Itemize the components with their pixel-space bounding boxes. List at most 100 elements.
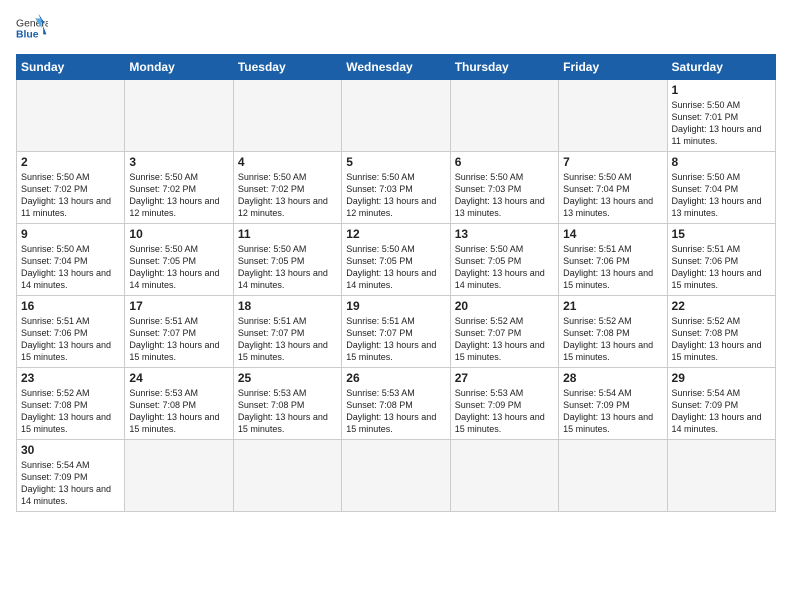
day-info: Sunrise: 5:53 AMSunset: 7:08 PMDaylight:… [129,387,228,436]
day-number: 22 [672,299,771,313]
day-number: 13 [455,227,554,241]
day-info: Sunrise: 5:53 AMSunset: 7:08 PMDaylight:… [238,387,337,436]
calendar-cell: 19Sunrise: 5:51 AMSunset: 7:07 PMDayligh… [342,296,450,368]
calendar-cell: 6Sunrise: 5:50 AMSunset: 7:03 PMDaylight… [450,152,558,224]
calendar-cell [17,80,125,152]
calendar-cell: 2 Sunrise: 5:50 AMSunset: 7:02 PMDaylight… [17,152,125,224]
day-info: Sunrise: 5:50 AMSunset: 7:05 PMDaylight:… [455,243,554,292]
calendar-cell: 18 Sunrise: 5:51 AMSunset: 7:07 PMDayligh… [233,296,341,368]
calendar-cell: 16 Sunrise: 5:51 AMSunset: 7:06 PMDayligh… [17,296,125,368]
day-number: 14 [563,227,662,241]
day-info: Sunrise: 5:52 AMSunset: 7:08 PMDaylight:… [563,315,662,364]
day-number: 26 [346,371,445,385]
day-info: Sunrise: 5:50 AMSunset: 7:05 PMDaylight:… [129,243,228,292]
calendar-cell [559,80,667,152]
day-info: Sunrise: 5:50 AMSunset: 7:05 PMDaylight:… [238,243,337,292]
day-info: Sunrise: 5:52 AMSunset: 7:08 PMDaylight:… [21,387,120,436]
day-info: Sunrise: 5:53 AMSunset: 7:09 PMDaylight:… [455,387,554,436]
day-number: 15 [672,227,771,241]
day-info: Sunrise: 5:50 AMSunset: 7:02 PMDaylight:… [129,171,228,220]
svg-text:Blue: Blue [16,30,39,41]
logo-icon: General Blue [16,12,48,44]
calendar-cell [233,440,341,512]
day-number: 3 [129,155,228,169]
day-number: 27 [455,371,554,385]
calendar-cell: 9 Sunrise: 5:50 AMSunset: 7:04 PMDaylight… [17,224,125,296]
day-info: Sunrise: 5:50 AMSunset: 7:04 PMDaylight:… [21,243,120,292]
day-info: Sunrise: 5:50 AMSunset: 7:04 PMDaylight:… [672,171,771,220]
calendar-cell: 14Sunrise: 5:51 AMSunset: 7:06 PMDayligh… [559,224,667,296]
day-number: 23 [21,371,120,385]
weekday-header-friday: Friday [559,55,667,80]
logo: General Blue [16,12,52,44]
calendar-cell: 3 Sunrise: 5:50 AMSunset: 7:02 PMDaylight… [125,152,233,224]
calendar-cell [342,440,450,512]
day-info: Sunrise: 5:50 AMSunset: 7:02 PMDaylight:… [21,171,120,220]
calendar-cell [125,440,233,512]
weekday-header-sunday: Sunday [17,55,125,80]
day-number: 17 [129,299,228,313]
day-number: 7 [563,155,662,169]
day-number: 25 [238,371,337,385]
calendar-cell: 23 Sunrise: 5:52 AMSunset: 7:08 PMDayligh… [17,368,125,440]
day-info: Sunrise: 5:51 AMSunset: 7:06 PMDaylight:… [21,315,120,364]
calendar-cell: 20 Sunrise: 5:52 AMSunset: 7:07 PMDayligh… [450,296,558,368]
day-number: 11 [238,227,337,241]
calendar-cell: 24Sunrise: 5:53 AMSunset: 7:08 PMDayligh… [125,368,233,440]
calendar-cell: 26 Sunrise: 5:53 AMSunset: 7:08 PMDayligh… [342,368,450,440]
week-row-1: 1Sunrise: 5:50 AMSunset: 7:01 PMDaylight… [17,80,776,152]
calendar-cell: 4Sunrise: 5:50 AMSunset: 7:02 PMDaylight… [233,152,341,224]
calendar-cell [450,440,558,512]
header: General Blue [16,12,776,44]
calendar-cell: 15 Sunrise: 5:51 AMSunset: 7:06 PMDayligh… [667,224,775,296]
day-number: 8 [672,155,771,169]
day-info: Sunrise: 5:50 AMSunset: 7:05 PMDaylight:… [346,243,445,292]
page: General Blue SundayMondayTuesdayWednesda… [0,0,792,520]
day-info: Sunrise: 5:52 AMSunset: 7:07 PMDaylight:… [455,315,554,364]
day-info: Sunrise: 5:51 AMSunset: 7:06 PMDaylight:… [672,243,771,292]
day-info: Sunrise: 5:50 AMSunset: 7:02 PMDaylight:… [238,171,337,220]
day-number: 16 [21,299,120,313]
week-row-2: 2 Sunrise: 5:50 AMSunset: 7:02 PMDaylight… [17,152,776,224]
day-number: 20 [455,299,554,313]
calendar-cell: 7Sunrise: 5:50 AMSunset: 7:04 PMDaylight… [559,152,667,224]
day-info: Sunrise: 5:52 AMSunset: 7:08 PMDaylight:… [672,315,771,364]
calendar-cell: 30Sunrise: 5:54 AMSunset: 7:09 PMDayligh… [17,440,125,512]
weekday-header-wednesday: Wednesday [342,55,450,80]
week-row-6: 30Sunrise: 5:54 AMSunset: 7:09 PMDayligh… [17,440,776,512]
calendar-cell: 1Sunrise: 5:50 AMSunset: 7:01 PMDaylight… [667,80,775,152]
day-number: 18 [238,299,337,313]
day-info: Sunrise: 5:53 AMSunset: 7:08 PMDaylight:… [346,387,445,436]
weekday-header-monday: Monday [125,55,233,80]
calendar-cell: 11 Sunrise: 5:50 AMSunset: 7:05 PMDayligh… [233,224,341,296]
weekday-header-row: SundayMondayTuesdayWednesdayThursdayFrid… [17,55,776,80]
calendar-cell [233,80,341,152]
week-row-3: 9 Sunrise: 5:50 AMSunset: 7:04 PMDaylight… [17,224,776,296]
day-number: 29 [672,371,771,385]
weekday-header-thursday: Thursday [450,55,558,80]
day-info: Sunrise: 5:51 AMSunset: 7:07 PMDaylight:… [238,315,337,364]
day-info: Sunrise: 5:50 AMSunset: 7:01 PMDaylight:… [672,99,771,148]
day-info: Sunrise: 5:50 AMSunset: 7:03 PMDaylight:… [346,171,445,220]
calendar-cell: 27 Sunrise: 5:53 AMSunset: 7:09 PMDayligh… [450,368,558,440]
week-row-5: 23 Sunrise: 5:52 AMSunset: 7:08 PMDayligh… [17,368,776,440]
calendar-cell: 21Sunrise: 5:52 AMSunset: 7:08 PMDayligh… [559,296,667,368]
day-info: Sunrise: 5:54 AMSunset: 7:09 PMDaylight:… [21,459,120,508]
calendar-cell: 22 Sunrise: 5:52 AMSunset: 7:08 PMDayligh… [667,296,775,368]
calendar-cell: 10 Sunrise: 5:50 AMSunset: 7:05 PMDayligh… [125,224,233,296]
day-number: 19 [346,299,445,313]
day-number: 9 [21,227,120,241]
day-info: Sunrise: 5:51 AMSunset: 7:07 PMDaylight:… [129,315,228,364]
calendar-cell [559,440,667,512]
day-info: Sunrise: 5:54 AMSunset: 7:09 PMDaylight:… [672,387,771,436]
week-row-4: 16 Sunrise: 5:51 AMSunset: 7:06 PMDayligh… [17,296,776,368]
calendar-cell: 13 Sunrise: 5:50 AMSunset: 7:05 PMDayligh… [450,224,558,296]
calendar-cell [342,80,450,152]
day-number: 2 [21,155,120,169]
day-number: 28 [563,371,662,385]
weekday-header-saturday: Saturday [667,55,775,80]
day-number: 10 [129,227,228,241]
calendar-cell [125,80,233,152]
calendar-table: SundayMondayTuesdayWednesdayThursdayFrid… [16,54,776,512]
calendar-cell: 5Sunrise: 5:50 AMSunset: 7:03 PMDaylight… [342,152,450,224]
